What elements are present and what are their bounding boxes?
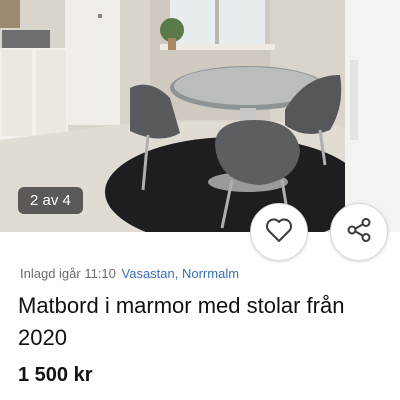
favorite-button[interactable] <box>250 203 308 261</box>
posted-time: Inlagd igår 11:10 <box>20 266 116 281</box>
image-counter: 2 av 4 <box>18 187 83 214</box>
share-icon <box>345 216 373 249</box>
listing-photo[interactable]: 2 av 4 <box>0 0 400 232</box>
heart-icon <box>265 217 293 248</box>
listing-price: 1 500 kr <box>18 364 93 386</box>
listing-meta: Inlagd igår 11:10 Vasastan, Norrmalm <box>20 266 239 281</box>
share-button[interactable] <box>330 203 388 261</box>
listing-title: Matbord i marmor med stolar från 2020 <box>18 293 345 350</box>
location-link[interactable]: Vasastan, Norrmalm <box>122 266 240 281</box>
